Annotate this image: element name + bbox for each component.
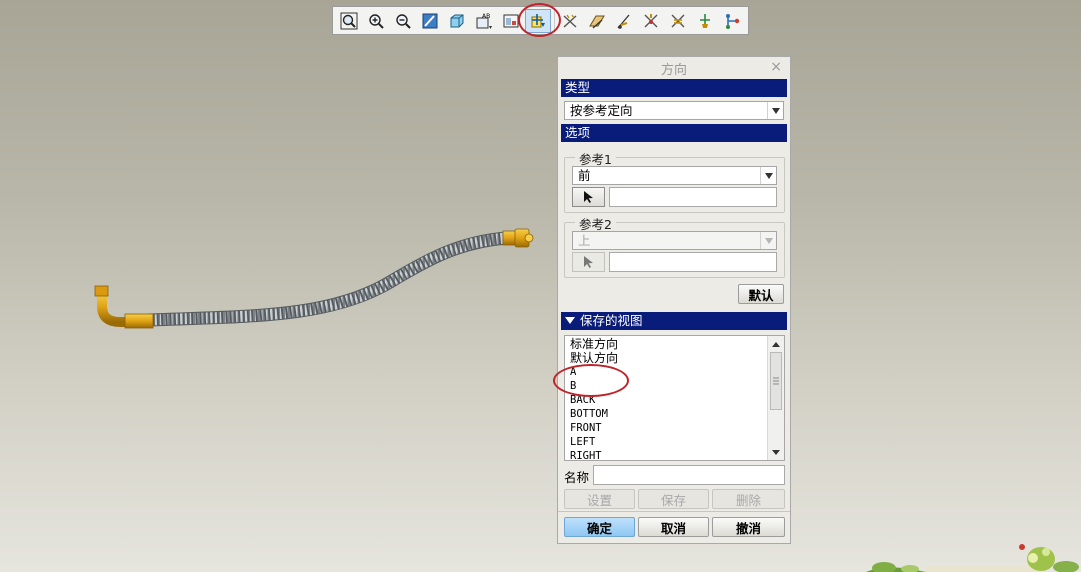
reference2-group: 参考2 上 — [564, 214, 785, 278]
chevron-down-icon[interactable] — [767, 102, 783, 119]
view-toolbar: AB — [332, 6, 749, 35]
dialog-titlebar: 方向 × — [558, 57, 790, 79]
close-icon[interactable]: × — [770, 59, 782, 75]
reference1-collector[interactable] — [609, 187, 777, 207]
reference1-pick-button[interactable] — [572, 187, 605, 207]
reference1-group: 参考1 前 — [564, 149, 785, 213]
save-button[interactable]: 保存 — [638, 489, 709, 509]
reference1-select[interactable]: 前 — [572, 166, 777, 185]
zoom-fit-icon[interactable] — [336, 9, 362, 33]
footer-divider — [558, 511, 790, 512]
grip-icon — [773, 377, 779, 385]
list-item[interactable]: 默认方向 — [570, 351, 764, 365]
scroll-thumb[interactable] — [770, 352, 782, 410]
list-item[interactable]: B — [570, 379, 764, 393]
orientation-dialog: 方向 × 类型 按参考定向 选项 参考1 前 参考2 上 默认 保存的视图 标准… — [557, 56, 791, 544]
reference2-collector[interactable] — [609, 252, 777, 272]
shading-icon[interactable] — [444, 9, 470, 33]
list-item[interactable]: FRONT — [570, 421, 764, 435]
datum-points-icon[interactable] — [611, 9, 637, 33]
type-section-header: 类型 — [561, 79, 787, 97]
zoom-out-icon[interactable] — [390, 9, 416, 33]
list-item[interactable]: A — [570, 365, 764, 379]
datum-axes-icon[interactable] — [584, 9, 610, 33]
ok-button[interactable]: 确定 — [564, 517, 635, 537]
chevron-down-icon[interactable] — [760, 232, 776, 249]
reorient-icon[interactable] — [524, 8, 551, 33]
annotation-icon[interactable] — [692, 9, 718, 33]
scroll-down-icon[interactable] — [768, 444, 784, 460]
repaint-icon[interactable] — [417, 9, 443, 33]
view-manager-icon[interactable] — [498, 9, 524, 33]
spin-center-icon[interactable] — [719, 9, 745, 33]
list-scrollbar[interactable] — [767, 336, 784, 460]
type-select[interactable]: 按参考定向 — [564, 101, 784, 120]
saved-views-list[interactable]: 标准方向 默认方向 A B BACK BOTTOM FRONT LEFT RIG… — [564, 335, 785, 461]
floral-decoration — [866, 544, 1079, 572]
delete-button[interactable]: 删除 — [712, 489, 785, 509]
reference2-pick-button[interactable] — [572, 252, 605, 272]
name-input[interactable] — [593, 465, 785, 485]
display-toggle-icon[interactable] — [665, 9, 691, 33]
list-item[interactable]: LEFT — [570, 435, 764, 449]
cancel-button[interactable]: 取消 — [638, 517, 709, 537]
name-label: 名称 — [564, 470, 590, 485]
scroll-up-icon[interactable] — [768, 336, 784, 352]
svg-text:AB: AB — [482, 13, 490, 20]
arrow-cursor-icon — [583, 256, 593, 268]
csys-icon[interactable] — [638, 9, 664, 33]
saved-views-section-header[interactable]: 保存的视图 — [561, 312, 787, 330]
options-section-header: 选项 — [561, 124, 787, 142]
saved-views-title: 保存的视图 — [580, 313, 643, 328]
undo-button[interactable]: 撤消 — [712, 517, 785, 537]
list-item[interactable]: BOTTOM — [570, 407, 764, 421]
dialog-title: 方向 — [660, 62, 687, 78]
hose-model — [94, 228, 534, 329]
datum-planes-icon[interactable] — [558, 9, 584, 33]
zoom-in-icon[interactable] — [363, 9, 389, 33]
list-item[interactable]: RIGHT — [570, 449, 764, 460]
reference2-value: 上 — [578, 233, 591, 248]
list-item[interactable]: 标准方向 — [570, 337, 764, 351]
chevron-down-icon[interactable] — [760, 167, 776, 184]
type-select-value: 按参考定向 — [570, 103, 633, 118]
collapse-triangle-icon — [565, 317, 575, 324]
reference1-value: 前 — [578, 168, 591, 183]
reference2-select[interactable]: 上 — [572, 231, 777, 250]
default-button[interactable]: 默认 — [738, 284, 784, 304]
arrow-cursor-icon — [583, 191, 593, 203]
list-item[interactable]: BACK — [570, 393, 764, 407]
set-button[interactable]: 设置 — [564, 489, 635, 509]
saved-views-icon[interactable]: AB — [471, 9, 497, 33]
